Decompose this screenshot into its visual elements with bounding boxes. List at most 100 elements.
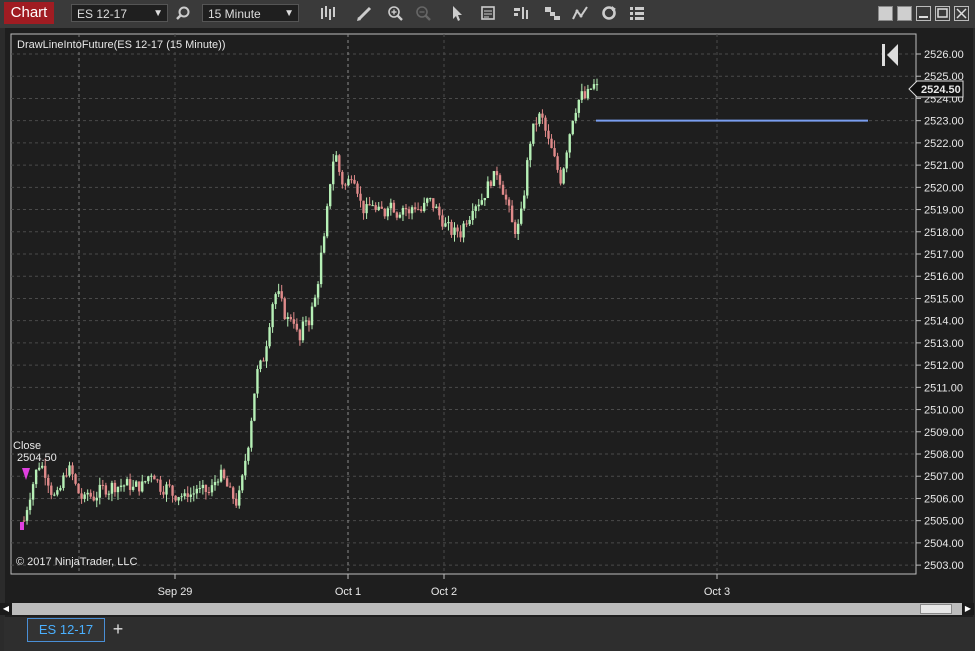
- candle-body: [553, 148, 556, 157]
- candle-body: [510, 205, 514, 223]
- data-box-icon[interactable]: [479, 4, 497, 22]
- candle-body: [450, 221, 453, 235]
- candle-body: [174, 495, 177, 501]
- candle-body: [53, 494, 56, 496]
- candle-body: [65, 475, 68, 477]
- price-tick-label: 2521.00: [924, 160, 964, 172]
- candle-body: [374, 205, 377, 210]
- price-tick-label: 2519.00: [924, 205, 964, 217]
- scroll-left-icon[interactable]: ◀: [0, 603, 12, 615]
- close-value: 2504.50: [17, 452, 57, 464]
- candle-body: [429, 198, 432, 200]
- candle-body: [59, 487, 62, 491]
- candle-body: [277, 291, 280, 295]
- candle-body: [535, 123, 538, 125]
- pointer-icon[interactable]: [448, 4, 466, 22]
- indicators-icon[interactable]: [512, 4, 530, 22]
- candle-body: [356, 183, 359, 194]
- candle-body: [307, 320, 311, 326]
- interval-value: 15 Minute: [208, 7, 261, 21]
- candle-body: [56, 490, 59, 495]
- candle-body: [359, 193, 362, 201]
- candle-body: [498, 175, 502, 185]
- price-chart[interactable]: 2526.002525.002524.002523.002522.002521.…: [5, 28, 973, 618]
- candle-body: [250, 420, 253, 448]
- candle-body: [31, 484, 35, 500]
- magnifier-icon[interactable]: [174, 4, 192, 22]
- candle-body: [286, 317, 289, 320]
- maximize-button[interactable]: [935, 6, 950, 21]
- candle-body: [156, 479, 159, 481]
- candle-body: [247, 447, 250, 461]
- candle-body: [144, 481, 147, 483]
- candle-body: [159, 479, 162, 492]
- candle-body: [101, 484, 105, 486]
- candle-body: [131, 486, 135, 490]
- candle-body: [592, 84, 596, 89]
- price-tick-label: 2523.00: [924, 116, 964, 128]
- candle-body: [541, 113, 544, 118]
- horizontal-scrollbar[interactable]: ◀ ▶: [0, 603, 974, 615]
- scroll-right-icon[interactable]: ▶: [962, 603, 974, 615]
- candle-body: [410, 207, 414, 214]
- candle-body: [432, 198, 435, 209]
- candle-body: [520, 208, 523, 224]
- price-tick-label: 2522.00: [924, 138, 964, 150]
- candle-body: [213, 482, 217, 486]
- candle-body: [526, 160, 529, 196]
- instrument-selector[interactable]: ES 12-17 ▼: [71, 4, 168, 22]
- price-tick-label: 2516.00: [924, 271, 964, 283]
- price-axis: 2526.002525.002524.002523.002522.002521.…: [916, 49, 964, 572]
- candle-body: [386, 208, 390, 217]
- bar-type-icon[interactable]: [318, 4, 336, 22]
- candle-body: [80, 493, 83, 499]
- trend-icon[interactable]: [571, 4, 589, 22]
- reload-icon[interactable]: [600, 4, 618, 22]
- candle-body: [444, 223, 447, 227]
- candle-body: [228, 486, 232, 488]
- pencil-icon[interactable]: [355, 4, 373, 22]
- candle-body: [413, 207, 417, 210]
- strategies-icon[interactable]: [543, 4, 561, 22]
- candle-body: [362, 200, 365, 214]
- scrollbar-thumb[interactable]: [920, 604, 952, 614]
- candle-body: [141, 481, 144, 492]
- add-tab-button[interactable]: +: [108, 619, 128, 639]
- candle-body: [134, 481, 138, 487]
- chart-window-tab[interactable]: Chart: [4, 2, 54, 24]
- candle-body: [298, 329, 302, 341]
- tab-es-12-17[interactable]: ES 12-17: [27, 618, 105, 642]
- price-tick-label: 2503.00: [924, 560, 964, 572]
- candle-body: [183, 493, 186, 497]
- zoom-out-icon[interactable]: [414, 4, 432, 22]
- candle-body: [222, 469, 226, 479]
- minimize-button[interactable]: [916, 6, 931, 21]
- close-window-button[interactable]: [954, 6, 969, 21]
- candle-body: [62, 475, 65, 488]
- interval-selector[interactable]: 15 Minute ▼: [202, 4, 299, 22]
- candle-body: [25, 510, 29, 521]
- candle-body: [465, 223, 468, 225]
- chart-panel[interactable]: 2526.00 2525.00 2524.00 2523.00 2522.00 2521.…: [5, 28, 973, 618]
- candle-body: [559, 169, 562, 184]
- properties-list-icon[interactable]: [628, 4, 646, 22]
- candle-body: [313, 297, 317, 307]
- candle-body: [571, 120, 574, 135]
- candle-body: [586, 89, 590, 99]
- time-tick-label: Oct 3: [704, 586, 730, 598]
- candle-body: [383, 208, 386, 217]
- price-tick-label: 2515.00: [924, 293, 964, 305]
- candle-body: [438, 206, 441, 216]
- price-tick-label: 2518.00: [924, 227, 964, 239]
- restore-window-button[interactable]: [897, 6, 912, 21]
- price-tick-label: 2513.00: [924, 338, 964, 350]
- candle-body: [235, 498, 238, 506]
- price-tick-label: 2507.00: [924, 471, 964, 483]
- price-tick-label: 2526.00: [924, 49, 964, 61]
- tile-window-button[interactable]: [878, 6, 893, 21]
- zoom-in-icon[interactable]: [386, 4, 404, 22]
- candle-body: [595, 84, 599, 86]
- candle-body: [271, 304, 274, 328]
- candle-body: [371, 205, 374, 207]
- candle-body: [95, 497, 98, 501]
